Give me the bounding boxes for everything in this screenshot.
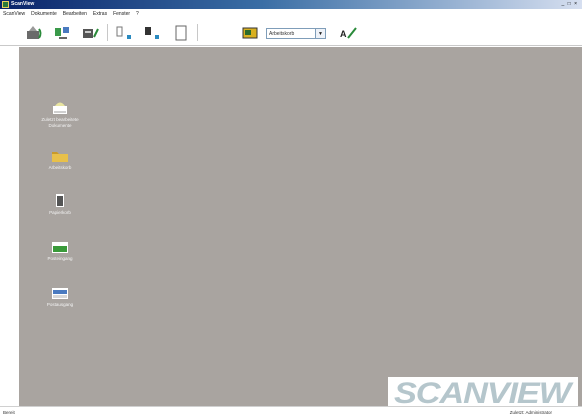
svg-text:SCANVIEW: SCANVIEW — [394, 377, 574, 407]
status-text: Bereit — [3, 410, 15, 415]
desktop-icon-label: Posteingang — [47, 256, 73, 261]
scanview-logo: SCANVIEW — [388, 377, 578, 407]
workspace-area[interactable]: Zuletzt bearbeitete Dokumente Arbeitskor… — [19, 47, 582, 406]
window-controls[interactable]: _ □ × — [562, 1, 579, 8]
scan-button[interactable] — [24, 24, 46, 42]
signature-icon: A — [340, 27, 357, 39]
toolbar: Arbeitskorb ▼ A — [0, 19, 582, 46]
desktop-icon-folder[interactable]: Arbeitskorb — [32, 145, 88, 171]
desktop-icon-label: Postausgang — [46, 302, 74, 307]
title-bar[interactable]: ScanView _ □ × — [0, 0, 582, 9]
folder-icon — [52, 152, 68, 162]
desktop-icon-trash[interactable]: Papierkorb — [32, 190, 88, 216]
svg-text:A: A — [340, 29, 347, 39]
signature-button[interactable]: A — [338, 24, 360, 42]
toolbar-separator — [107, 24, 108, 41]
import-icon — [55, 27, 69, 39]
menu-item-dokumente[interactable]: Dokumente — [31, 9, 57, 19]
basket-select-value: Arbeitskorb — [269, 30, 295, 37]
page-icon — [175, 25, 187, 41]
desktop-icon-label: Arbeitskorb — [48, 165, 72, 170]
status-bar: Bereit Zuletzt: Administrator — [0, 406, 582, 418]
add-page-button[interactable] — [113, 24, 135, 42]
inbox-icon — [52, 242, 68, 253]
batch-button[interactable] — [80, 24, 102, 42]
menu-item-scanview[interactable]: ScanView — [3, 9, 25, 19]
image-icon — [242, 27, 258, 39]
outbox-icon — [52, 288, 68, 299]
application-window: ScanView _ □ × ScanView Dokumente Bearbe… — [0, 0, 582, 418]
desktop-icon-label: Zuletzt bearbeitete Dokumente — [41, 117, 79, 128]
desktop-icon-documents[interactable]: Zuletzt bearbeitete Dokumente — [32, 97, 88, 129]
blank-page-button[interactable] — [170, 24, 192, 42]
chevron-down-icon[interactable]: ▼ — [315, 29, 325, 38]
app-icon — [2, 1, 9, 8]
insert-page-icon — [145, 27, 159, 39]
add-page-icon — [116, 26, 131, 39]
batch-icon — [83, 28, 99, 38]
insert-page-button[interactable] — [141, 24, 163, 42]
scanner-icon — [53, 102, 67, 114]
desktop-icon-inbox[interactable]: Posteingang — [32, 236, 88, 262]
menu-item-bearbeiten[interactable]: Bearbeiten — [63, 9, 87, 19]
toolbar-separator — [197, 24, 198, 41]
status-user: Zuletzt: Administrator — [509, 410, 552, 415]
trash-icon — [56, 194, 64, 207]
import-button[interactable] — [52, 24, 74, 42]
window-title: ScanView — [11, 1, 35, 7]
desktop-icon-outbox[interactable]: Postausgang — [32, 282, 88, 308]
menu-item-extras[interactable]: Extras — [93, 9, 107, 19]
menu-item-help[interactable]: ? — [136, 9, 139, 19]
scanner-icon — [27, 26, 42, 39]
basket-select[interactable]: Arbeitskorb ▼ — [266, 28, 326, 39]
desktop-icon-label: Papierkorb — [49, 210, 71, 215]
menu-item-fenster[interactable]: Fenster — [113, 9, 130, 19]
menu-bar: ScanView Dokumente Bearbeiten Extras Fen… — [0, 9, 582, 19]
image-button[interactable] — [240, 24, 260, 42]
